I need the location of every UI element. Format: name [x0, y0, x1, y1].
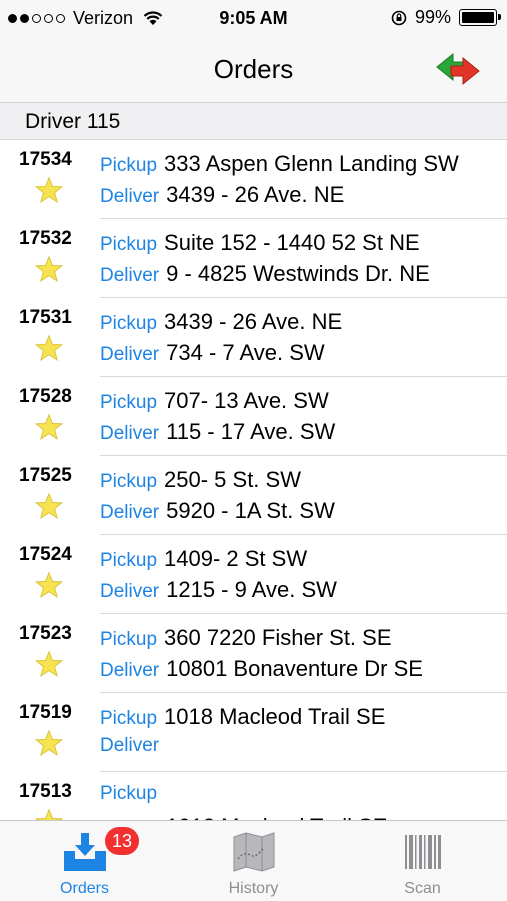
pickup-address: 1409- 2 St SW — [164, 546, 308, 571]
order-list[interactable]: 17534 Pickup 333 Aspen Glenn Landing SW … — [0, 140, 507, 820]
inbox-download-icon — [63, 833, 106, 871]
pickup-label: Pickup — [100, 783, 158, 804]
deliver-label: Deliver — [100, 423, 160, 444]
deliver-address: 9 - 4825 Westwinds Dr. NE — [166, 261, 430, 286]
tab-orders[interactable]: 13 Orders — [0, 821, 169, 901]
star-icon[interactable] — [35, 492, 63, 520]
deliver-line: Deliver 10801 Bonaventure Dr SE — [100, 656, 423, 682]
order-number: 17531 — [19, 307, 72, 328]
battery-icon — [459, 9, 501, 26]
star-icon[interactable] — [35, 255, 63, 283]
order-row[interactable]: 17528 Pickup 707- 13 Ave. SW Deliver 115… — [0, 377, 507, 456]
deliver-line: Deliver 9 - 4825 Westwinds Dr. NE — [100, 261, 430, 287]
tab-bar: 13 Orders History Scan — [0, 820, 507, 901]
pickup-line: Pickup 3439 - 26 Ave. NE — [100, 309, 342, 335]
order-row[interactable]: 17532 Pickup Suite 152 - 1440 52 St NE D… — [0, 219, 507, 298]
barcode-icon — [404, 835, 441, 869]
deliver-line: Deliver 115 - 17 Ave. SW — [100, 419, 335, 445]
pickup-line: Pickup 250- 5 St. SW — [100, 467, 301, 493]
tab-history-label: History — [228, 880, 279, 897]
tab-scan[interactable]: Scan — [338, 821, 507, 901]
order-row[interactable]: 17519 Pickup 1018 Macleod Trail SE Deliv… — [0, 693, 507, 772]
order-row[interactable]: 17525 Pickup 250- 5 St. SW Deliver 5920 … — [0, 456, 507, 535]
order-number: 17513 — [19, 781, 72, 802]
orders-badge: 13 — [105, 827, 139, 855]
pickup-line: Pickup 1409- 2 St SW — [100, 546, 307, 572]
driver-section-header: Driver 115 — [0, 103, 507, 140]
status-bar: Verizon 9:05 AM 99% — [0, 0, 507, 36]
star-icon[interactable] — [35, 808, 63, 820]
pickup-address: Suite 152 - 1440 52 St NE — [164, 230, 420, 255]
deliver-address: 115 - 17 Ave. SW — [166, 419, 336, 444]
rotation-lock-icon — [391, 10, 407, 25]
pickup-label: Pickup — [100, 708, 158, 729]
pickup-label: Pickup — [100, 629, 158, 650]
page-title: Orders — [213, 54, 294, 84]
deliver-address: 10801 Bonaventure Dr SE — [166, 656, 423, 681]
order-row[interactable]: 17531 Pickup 3439 - 26 Ave. NE Deliver 7… — [0, 298, 507, 377]
driver-label: Driver 115 — [25, 110, 121, 133]
pickup-line: Pickup 333 Aspen Glenn Landing SW — [100, 151, 459, 177]
star-icon[interactable] — [35, 334, 63, 362]
deliver-line: Deliver — [100, 735, 166, 757]
deliver-label: Deliver — [100, 581, 160, 602]
pickup-line: Pickup 1018 Macleod Trail SE — [100, 704, 385, 730]
deliver-line: Deliver 734 - 7 Ave. SW — [100, 340, 325, 366]
deliver-label: Deliver — [100, 502, 160, 523]
pickup-address: 3439 - 26 Ave. NE — [164, 309, 343, 334]
pickup-label: Pickup — [100, 550, 158, 571]
deliver-address: 5920 - 1A St. SW — [166, 498, 335, 523]
star-icon[interactable] — [35, 650, 63, 678]
deliver-label: Deliver — [100, 265, 160, 286]
pickup-line: Pickup 360 7220 Fisher St. SE — [100, 625, 392, 651]
deliver-line: Deliver 1215 - 9 Ave. SW — [100, 577, 337, 603]
pickup-label: Pickup — [100, 234, 158, 255]
star-icon[interactable] — [35, 176, 63, 204]
pickup-line: Pickup Suite 152 - 1440 52 St NE — [100, 230, 420, 256]
tab-history[interactable]: History — [169, 821, 338, 901]
pickup-address: 250- 5 St. SW — [164, 467, 301, 492]
star-icon[interactable] — [35, 571, 63, 599]
tab-orders-label: Orders — [60, 880, 109, 897]
status-right: 99% — [391, 7, 501, 28]
sync-arrows-icon[interactable] — [435, 48, 481, 88]
deliver-address: 3439 - 26 Ave. NE — [166, 182, 345, 207]
deliver-address: 734 - 7 Ave. SW — [166, 340, 325, 365]
order-row[interactable]: 17523 Pickup 360 7220 Fisher St. SE Deli… — [0, 614, 507, 693]
order-number: 17532 — [19, 228, 72, 249]
star-icon[interactable] — [35, 413, 63, 441]
pickup-address: 1018 Macleod Trail SE — [164, 704, 386, 729]
order-row[interactable]: 17534 Pickup 333 Aspen Glenn Landing SW … — [0, 140, 507, 219]
pickup-label: Pickup — [100, 471, 158, 492]
order-number: 17525 — [19, 465, 72, 486]
deliver-address: 1215 - 9 Ave. SW — [166, 577, 337, 602]
pickup-label: Pickup — [100, 155, 158, 176]
deliver-line: Deliver 5920 - 1A St. SW — [100, 498, 335, 524]
deliver-line: Deliver 3439 - 26 Ave. NE — [100, 182, 344, 208]
navigation-bar: Orders — [0, 36, 507, 103]
pickup-line: Pickup — [100, 783, 164, 805]
order-number: 17524 — [19, 544, 72, 565]
pickup-label: Pickup — [100, 313, 158, 334]
order-number: 17534 — [19, 149, 72, 170]
deliver-label: Deliver — [100, 735, 160, 756]
battery-percent: 99% — [414, 7, 451, 27]
deliver-label: Deliver — [100, 660, 160, 681]
order-row[interactable]: 17524 Pickup 1409- 2 St SW Deliver 1215 … — [0, 535, 507, 614]
pickup-address: 707- 13 Ave. SW — [164, 388, 329, 413]
order-number: 17523 — [19, 623, 72, 644]
pickup-label: Pickup — [100, 392, 158, 413]
deliver-label: Deliver — [100, 344, 160, 365]
map-icon — [233, 832, 274, 872]
order-row[interactable]: 17513 Pickup Deliver 1018 Macleod Trail … — [0, 772, 507, 820]
order-number: 17528 — [19, 386, 72, 407]
star-icon[interactable] — [35, 729, 63, 757]
tab-scan-label: Scan — [404, 880, 441, 897]
pickup-line: Pickup 707- 13 Ave. SW — [100, 388, 329, 414]
pickup-address: 360 7220 Fisher St. SE — [164, 625, 392, 650]
order-number: 17519 — [19, 702, 72, 723]
pickup-address: 333 Aspen Glenn Landing SW — [164, 151, 459, 176]
deliver-label: Deliver — [100, 186, 160, 207]
